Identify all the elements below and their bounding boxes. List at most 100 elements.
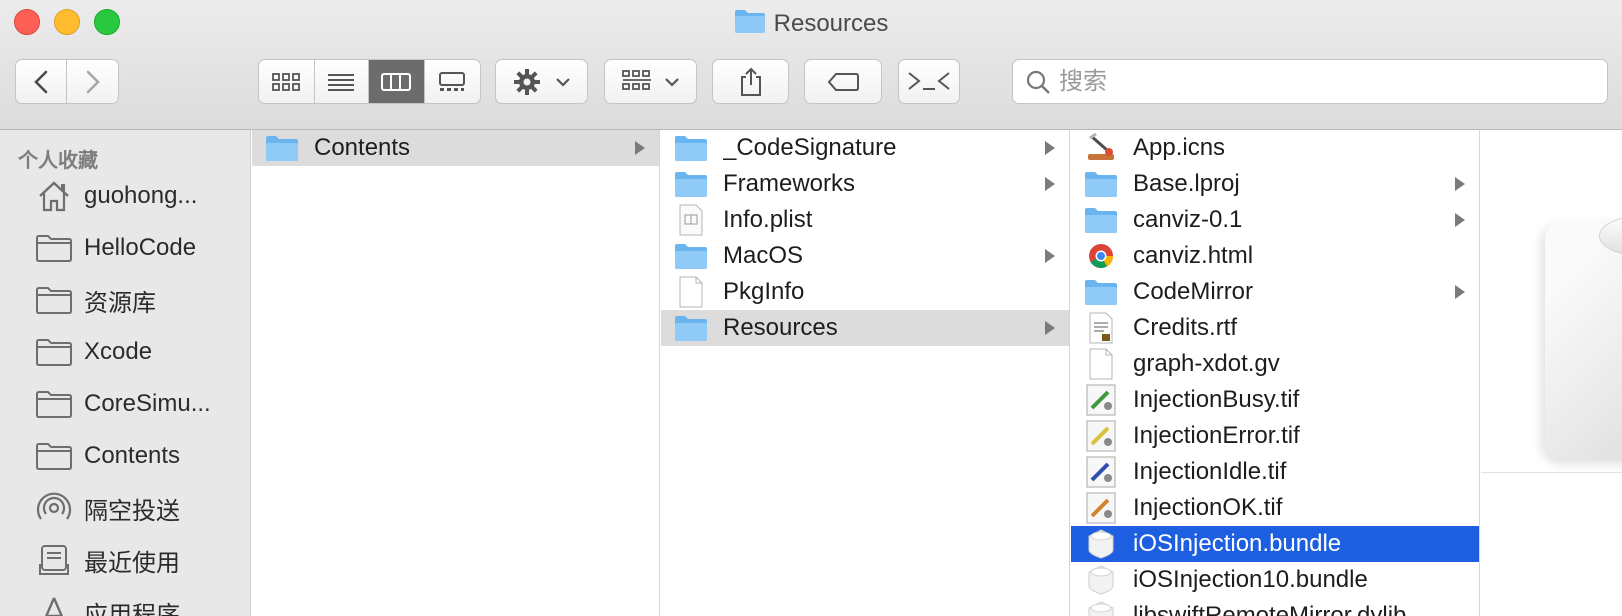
window-title: Resources	[0, 8, 1622, 41]
sidebar-item-applications[interactable]: 应用程序	[34, 590, 244, 616]
list-item[interactable]: InjectionError.tif	[1071, 418, 1479, 454]
item-name: App.icns	[1133, 134, 1226, 161]
chrome-html-icon	[1083, 240, 1119, 272]
gallery-view-button[interactable]	[424, 60, 480, 103]
share-button[interactable]	[712, 59, 789, 104]
list-item[interactable]: Info.plist	[661, 202, 1069, 238]
chevron-left-icon	[34, 70, 48, 93]
sidebar-item-label: guohong...	[84, 182, 198, 209]
search-field[interactable]	[1012, 59, 1608, 104]
list-view-button[interactable]	[314, 60, 370, 103]
item-name: InjectionError.tif	[1133, 422, 1300, 449]
item-name: iOSInjection.bundle	[1133, 530, 1342, 557]
column-view-button[interactable]	[369, 60, 425, 103]
sidebar-item-recents[interactable]: 最近使用	[34, 538, 244, 582]
icon-view-button[interactable]	[259, 60, 315, 103]
item-name: Info.plist	[723, 206, 813, 233]
item-name: InjectionOK.tif	[1133, 494, 1283, 521]
folder-icon	[734, 8, 766, 41]
folder-icon	[1083, 276, 1119, 308]
plist-file-icon	[673, 204, 709, 236]
list-item[interactable]: canviz.html	[1071, 238, 1479, 274]
sidebar-item-library[interactable]: 资源库	[34, 278, 244, 322]
sidebar-item-home[interactable]: guohong...	[34, 174, 244, 218]
terminal-icon	[908, 71, 950, 90]
item-name: graph-xdot.gv	[1133, 350, 1280, 377]
chevron-down-icon	[664, 77, 679, 87]
list-item[interactable]: Credits.rtf	[1071, 310, 1479, 346]
disclosure-arrow-icon	[635, 141, 645, 155]
tags-button[interactable]	[804, 59, 882, 104]
folder-icon	[34, 334, 74, 370]
folder-icon	[673, 132, 709, 164]
group-by-button[interactable]	[604, 59, 697, 104]
bundle-icon	[1083, 564, 1119, 596]
bundle-icon	[1083, 528, 1119, 560]
home-icon	[34, 178, 74, 214]
search-input[interactable]	[1059, 67, 1579, 96]
forward-button[interactable]	[67, 60, 118, 103]
list-item[interactable]: iOSInjection10.bundle	[1071, 562, 1479, 598]
list-item[interactable]: InjectionIdle.tif	[1071, 454, 1479, 490]
list-item[interactable]: graph-xdot.gv	[1071, 346, 1479, 382]
sidebar-item-label: Xcode	[84, 338, 153, 365]
icns-file-icon	[1083, 132, 1119, 164]
back-button[interactable]	[16, 60, 68, 103]
list-item[interactable]: InjectionOK.tif	[1071, 490, 1479, 526]
disclosure-arrow-icon	[1455, 285, 1465, 299]
list-item[interactable]: libswiftRemoteMirror.dylib	[1071, 598, 1479, 616]
list-item[interactable]: Base.lproj	[1071, 166, 1479, 202]
list-item[interactable]: InjectionBusy.tif	[1071, 382, 1479, 418]
view-mode-control	[258, 59, 481, 104]
disclosure-arrow-icon	[1045, 249, 1055, 263]
sidebar-item-label: 应用程序	[84, 601, 180, 616]
list-item[interactable]: _CodeSignature	[661, 130, 1069, 166]
sidebar-item-coresimulator[interactable]: CoreSimu...	[34, 382, 244, 426]
list-item[interactable]: Contents	[252, 130, 659, 166]
list-item[interactable]: MacOS	[661, 238, 1069, 274]
folder-icon	[673, 240, 709, 272]
sidebar-item-airdrop[interactable]: 隔空投送	[34, 486, 244, 530]
sidebar-item-label: HelloCode	[84, 234, 197, 261]
item-name: iOSInjection10.bundle	[1133, 566, 1368, 593]
list-icon	[328, 73, 355, 91]
open-terminal-button[interactable]	[898, 59, 960, 104]
disclosure-arrow-icon	[1045, 141, 1055, 155]
list-item[interactable]: canviz-0.1	[1071, 202, 1479, 238]
group-icon	[621, 69, 651, 90]
item-name: Frameworks	[723, 170, 856, 197]
item-name: libswiftRemoteMirror.dylib	[1133, 602, 1407, 616]
item-name: Contents	[314, 134, 411, 161]
folder-icon	[34, 230, 74, 266]
sidebar-item-contents[interactable]: Contents	[34, 434, 244, 478]
folder-icon	[673, 312, 709, 344]
tif-image-icon	[1083, 456, 1119, 488]
list-item[interactable]: PkgInfo	[661, 274, 1069, 310]
recents-icon	[34, 542, 74, 578]
sidebar-item-label: 资源库	[84, 289, 156, 317]
sidebar-item-xcode[interactable]: Xcode	[34, 330, 244, 374]
item-name: PkgInfo	[723, 278, 805, 305]
folder-icon	[264, 132, 300, 164]
folder-icon	[1083, 168, 1119, 200]
list-item[interactable]: Resources	[661, 310, 1069, 346]
action-menu-button[interactable]	[495, 59, 588, 104]
preview-pane	[1481, 130, 1622, 616]
disclosure-arrow-icon	[1455, 177, 1465, 191]
disclosure-arrow-icon	[1455, 213, 1465, 227]
sidebar-item-label: CoreSimu...	[84, 390, 211, 417]
folder-icon	[34, 386, 74, 422]
document-icon	[673, 276, 709, 308]
list-item-selected[interactable]: iOSInjection.bundle	[1071, 526, 1479, 562]
browser-column-1: Contents	[252, 130, 660, 616]
chevron-right-icon	[86, 70, 100, 93]
disclosure-arrow-icon	[1045, 321, 1055, 335]
preview-divider	[1481, 472, 1622, 473]
gear-icon	[513, 68, 540, 95]
bundle-icon	[1083, 600, 1119, 616]
list-item[interactable]: CodeMirror	[1071, 274, 1479, 310]
tif-image-icon	[1083, 384, 1119, 416]
list-item[interactable]: Frameworks	[661, 166, 1069, 202]
list-item[interactable]: App.icns	[1071, 130, 1479, 166]
sidebar-item-hellocode[interactable]: HelloCode	[34, 226, 244, 270]
